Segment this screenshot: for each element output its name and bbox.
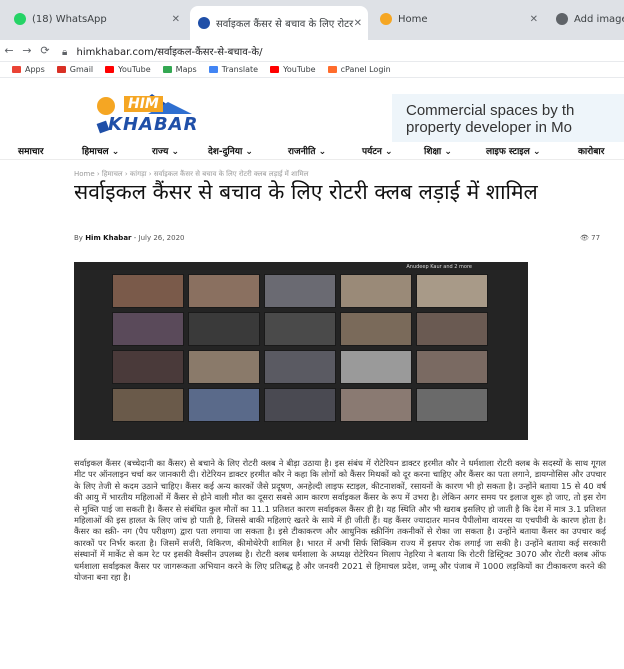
bookmark-apps[interactable]: Apps: [12, 65, 45, 74]
apps-grid-icon: [12, 66, 21, 73]
menu-item-education[interactable]: शिक्षा ⌄: [424, 144, 452, 157]
participant-tile: [340, 388, 412, 422]
participant-tile: [112, 350, 184, 384]
byline-prefix: By: [74, 234, 83, 242]
bookmarks-bar: Apps Gmail YouTube Maps Translate YouTub…: [0, 62, 624, 78]
bookmark-label: cPanel Login: [340, 65, 391, 74]
participant-tile: [416, 388, 488, 422]
view-count-value: 77: [591, 234, 601, 242]
forward-icon[interactable]: →: [18, 44, 36, 57]
globe-icon: [556, 13, 568, 25]
participant-tile: [264, 388, 336, 422]
menu-item-tourism[interactable]: पर्यटन ⌄: [362, 144, 393, 157]
back-icon[interactable]: ←: [0, 44, 18, 57]
participant-tile: [264, 312, 336, 346]
author-link[interactable]: Him Khabar: [85, 234, 131, 242]
tab-label: सर्वाइकल कैंसर से बचाव के लिए रोटर: [216, 19, 354, 30]
participant-tile: [340, 274, 412, 308]
tab-label: (18) WhatsApp: [32, 13, 107, 25]
byline: By Him Khabar - July 26, 2020: [74, 234, 185, 242]
participant-tile: [188, 274, 260, 308]
participant-tile: [340, 312, 412, 346]
browser-tab-bar: (18) WhatsApp ✕ सर्वाइकल कैंसर से बचाव क…: [0, 0, 624, 40]
bookmark-label: YouTube: [118, 65, 151, 74]
close-icon[interactable]: ✕: [530, 14, 538, 25]
youtube-icon: [105, 66, 115, 73]
tab-label: Home: [398, 13, 428, 25]
menu-item-politics[interactable]: राजनीति ⌄: [288, 144, 326, 157]
bookmark-label: YouTube: [283, 65, 316, 74]
url-field[interactable]: 🔒︎ himkhabar.com/सर्वाइकल-कैंसर-से-बचाव-…: [62, 44, 262, 58]
home-favicon-icon: [380, 13, 392, 25]
breadcrumb[interactable]: Home › हिमाचल › कांगड़ा › सर्वाइकल कैंसर…: [74, 170, 308, 179]
ad-line-2: property developer in Mo: [406, 119, 572, 136]
ad-line-1: Commercial spaces by th: [406, 102, 575, 119]
lock-icon: 🔒︎: [62, 46, 68, 58]
menu-item-lifestyle[interactable]: लाइफ स्टाइल ⌄: [486, 144, 541, 157]
bookmark-label: Maps: [175, 65, 197, 74]
close-icon[interactable]: ✕: [354, 18, 362, 29]
participant-tile: [264, 274, 336, 308]
menu-item-himachal[interactable]: हिमाचल ⌄: [82, 144, 119, 157]
cpanel-icon: [327, 66, 337, 73]
reload-icon[interactable]: ⟳: [36, 44, 54, 57]
participant-tile: [112, 312, 184, 346]
main-menu: समाचार हिमाचल ⌄ राज्य ⌄ देश-दुनिया ⌄ राज…: [0, 140, 624, 160]
whatsapp-icon: [14, 13, 26, 25]
bookmark-maps[interactable]: Maps: [162, 65, 197, 74]
eye-icon: 👁︎: [580, 234, 589, 242]
url-text: himkhabar.com/सर्वाइकल-कैंसर-से-बचाव-के/: [76, 46, 263, 58]
participant-tile: [112, 388, 184, 422]
site-logo[interactable]: HIM KHABAR: [88, 92, 212, 138]
bookmark-cpanel[interactable]: cPanel Login: [327, 65, 391, 74]
menu-item-news[interactable]: समाचार: [18, 144, 44, 157]
translate-icon: [208, 66, 218, 73]
participant-tile: [188, 388, 260, 422]
participant-tile: [188, 312, 260, 346]
article-date: July 26, 2020: [138, 234, 185, 242]
participant-tile: [264, 350, 336, 384]
tab-add-image[interactable]: Add image: [548, 4, 624, 34]
participant-tile: [416, 274, 488, 308]
tab-article[interactable]: सर्वाइकल कैंसर से बचाव के लिए रोटर ✕: [190, 6, 368, 40]
maps-icon: [162, 66, 172, 73]
logo-khabar-text: KHABAR: [108, 114, 199, 135]
participant-tile: [340, 350, 412, 384]
youtube-icon: [270, 66, 280, 73]
ad-banner[interactable]: Commercial spaces by th property develop…: [392, 94, 624, 142]
tab-home[interactable]: Home ✕: [372, 4, 544, 34]
article-title: सर्वाइकल कैंसर से बचाव के लिए रोटरी क्लब…: [74, 180, 538, 204]
bookmark-translate[interactable]: Translate: [208, 65, 259, 74]
video-participant-label: Anudeep Kaur and 2 more: [406, 264, 472, 270]
tab-whatsapp[interactable]: (18) WhatsApp ✕: [6, 4, 186, 34]
menu-item-business[interactable]: कारोबार: [578, 144, 604, 157]
bookmark-gmail[interactable]: Gmail: [56, 65, 94, 74]
article-body: सर्वाइकल कैंसर (बच्चेदानी का कैंसर) से ब…: [74, 458, 606, 583]
himkhabar-favicon-icon: [198, 17, 210, 29]
menu-item-states[interactable]: राज्य ⌄: [152, 144, 179, 157]
participant-tile: [416, 350, 488, 384]
logo-him-text: HIM: [124, 96, 163, 112]
gmail-icon: [56, 66, 66, 73]
bookmark-label: Gmail: [69, 65, 94, 74]
address-bar-row: ← → ⟳ 🔒︎ himkhabar.com/सर्वाइकल-कैंसर-से…: [0, 40, 624, 62]
close-icon[interactable]: ✕: [172, 14, 180, 25]
article-image-video-call: Anudeep Kaur and 2 more: [74, 262, 528, 440]
participant-tile: [112, 274, 184, 308]
bookmark-label: Translate: [221, 65, 259, 74]
bookmark-youtube-2[interactable]: YouTube: [270, 65, 316, 74]
tab-label: Add image: [574, 13, 624, 25]
participant-tile: [188, 350, 260, 384]
participant-tile: [416, 312, 488, 346]
bookmark-youtube[interactable]: YouTube: [105, 65, 151, 74]
view-count: 👁︎ 77: [580, 234, 600, 242]
bookmark-label: Apps: [25, 65, 45, 74]
menu-item-world[interactable]: देश-दुनिया ⌄: [208, 144, 253, 157]
